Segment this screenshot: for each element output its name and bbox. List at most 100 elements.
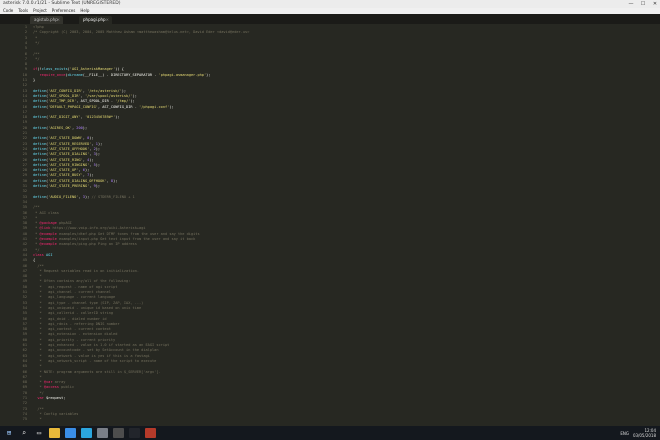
tab-label: agistub.php xyxy=(34,17,58,22)
line-number: 9 xyxy=(24,67,27,72)
line-number: 1 xyxy=(24,25,27,29)
code-token: '0123456789#*' xyxy=(84,115,116,120)
code-line: * agi_language - current language xyxy=(33,295,115,299)
search-icon[interactable]: ⌕ xyxy=(19,428,29,438)
minimize-button[interactable]: — xyxy=(628,0,634,8)
code-line: * xyxy=(33,36,37,40)
code-token: define xyxy=(33,173,46,178)
code-token: * xyxy=(33,417,42,422)
code-line: * agi_priority - current priority xyxy=(33,338,115,342)
code-token: * agi_callerid - callerID string xyxy=(33,311,114,316)
code-token: * agi_language - current language xyxy=(33,295,116,300)
code-token: * agi_type - channel type (SIP, ZAP, IAX… xyxy=(33,300,144,305)
code-token: * NOTE: program arguments are still in $… xyxy=(33,369,161,374)
taskbar-app-sublime-icon[interactable] xyxy=(113,428,124,438)
code-editor[interactable]: 1 2 3 4 5 6 7 8 9 10 11 12 13 14 15 16 17 18 19 20 21 22 23 24 2… xyxy=(0,24,660,426)
line-number: 16 xyxy=(22,104,27,109)
line-number-gutter: 1 2 3 4 5 6 7 8 9 10 11 12 13 14 15 16 17 18 19 20 21 22 23 24 2… xyxy=(0,24,30,426)
code-token: @example xyxy=(39,237,57,241)
code-token: '/phpagi.conf' xyxy=(139,104,170,109)
line-number: 35 xyxy=(22,205,27,210)
line-number: 58 xyxy=(22,327,27,332)
code-token: 'AGIRES_OK' xyxy=(48,125,72,130)
line-number: 30 xyxy=(22,178,27,183)
taskbar-app-terminal-icon[interactable] xyxy=(129,428,140,438)
code-token: array xyxy=(52,380,66,385)
line-number: 60 xyxy=(22,337,27,342)
taskbar-app-filezilla-icon[interactable] xyxy=(145,428,156,438)
taskbar-app-explorer-icon[interactable] xyxy=(49,428,60,438)
code-token: '/var/spool/asterisk/' xyxy=(84,93,133,98)
line-number: 67 xyxy=(22,374,27,379)
line-number: 40 xyxy=(22,231,27,236)
line-number: 72 xyxy=(22,401,27,406)
line-number: 69 xyxy=(22,385,27,390)
taskbar-app-skype-icon[interactable] xyxy=(81,428,92,438)
code-line: * agi_network_script - name of the scrip… xyxy=(33,359,156,363)
line-number: 19 xyxy=(22,120,27,125)
code-token: 'AST_STATE_DIALING_OFFHOOK' xyxy=(48,178,107,183)
code-token: 'AST_STATE_DOWN' xyxy=(48,136,83,141)
code-token: dirname xyxy=(67,72,83,77)
taskbar-app-chrome-icon[interactable] xyxy=(65,428,76,438)
code-line: * @access public xyxy=(33,385,74,389)
code-token: examples/ping.php Ping an IP address xyxy=(56,242,137,247)
code-token: * xyxy=(33,35,38,40)
code-line: * agi_rdnis - referring DNIS number xyxy=(33,322,119,326)
line-number: 44 xyxy=(22,252,27,257)
close-button[interactable]: ✕ xyxy=(652,0,658,8)
tab-close-icon[interactable]: × xyxy=(106,16,109,24)
code-token: , AST_SPOOL_DIR . xyxy=(76,99,116,104)
code-token: * Often contains any/all of the followin… xyxy=(33,279,131,284)
code-token: 'AST_STATE_RING' xyxy=(48,157,83,162)
line-number: 61 xyxy=(22,343,27,347)
code-token: * agi_uniqueid - unique id based on unix… xyxy=(33,305,142,310)
code-line: { xyxy=(33,258,35,262)
code-token: 'AST_STATE_PRERING' xyxy=(48,184,90,188)
code-token: * xyxy=(33,374,42,379)
clock[interactable]: 12:04 03/05/2018 xyxy=(633,428,656,438)
code-line: if(!class_exists('AGI_AsteriskManager'))… xyxy=(33,67,124,71)
code-token: examples/dtmf.php Get DTMF tones from th… xyxy=(56,231,200,236)
code-line: * AGI class xyxy=(33,211,59,215)
start-icon[interactable]: ⊞ xyxy=(4,428,14,438)
code-line: * agi_extension - extension dialed xyxy=(33,332,117,336)
tab-close-icon[interactable]: × xyxy=(57,16,60,24)
line-number: 41 xyxy=(22,237,27,241)
line-number: 14 xyxy=(22,93,27,98)
code-token: ); xyxy=(95,152,101,157)
code-token: ); xyxy=(115,115,120,120)
line-number: 66 xyxy=(22,369,27,374)
tab-agistub[interactable]: agistub.php × xyxy=(30,16,63,24)
line-number: 47 xyxy=(22,268,27,273)
task-view-icon[interactable]: ▭ xyxy=(34,428,44,438)
line-number: 73 xyxy=(22,406,27,411)
code-line: * NOTE: program arguments are still in $… xyxy=(33,369,161,374)
maximize-button[interactable]: ☐ xyxy=(640,0,646,8)
code-token: 'AST_SPOOL_DIR' xyxy=(48,93,81,98)
code-token: AGI xyxy=(46,252,53,257)
language-indicator[interactable]: ENG xyxy=(620,431,629,436)
line-number: 24 xyxy=(22,146,27,151)
taskbar-app-mail-icon[interactable] xyxy=(97,428,108,438)
line-number: 65 xyxy=(22,364,27,369)
code-token: define xyxy=(33,141,46,146)
code-line: * Request variables read in on initializ… xyxy=(33,269,139,273)
code-line: define('AST_SPOOL_DIR', '/var/spool/aste… xyxy=(33,94,137,98)
line-number: 54 xyxy=(22,305,27,310)
code-token: * agi_context - current context xyxy=(33,327,111,332)
code-token: * xyxy=(33,380,44,385)
line-number: 29 xyxy=(22,173,27,178)
tab-phpagi[interactable]: phpagi.php × xyxy=(79,16,112,24)
code-line: } xyxy=(33,78,35,82)
code-token: 'AST_STATE_BUSY' xyxy=(48,173,83,178)
code-token: '/tmp/' xyxy=(115,99,131,104)
sublime-text-window: asterisk 7.0.0.r1/21 - Sublime Text (UNR… xyxy=(0,0,660,440)
code-token: 'DEFAULT_PHPAGI_CONFIG' xyxy=(48,104,98,109)
code-token: @example xyxy=(39,242,57,247)
code-line: define('AST_STATE_OFFHOOK', 2); xyxy=(33,147,100,151)
line-number: 52 xyxy=(22,295,27,300)
code-token: * agi_network - value is yes if this is … xyxy=(33,353,150,358)
code-line: define('AST_STATE_RINGING', 5); xyxy=(33,163,100,167)
code-token: @example xyxy=(39,231,57,236)
